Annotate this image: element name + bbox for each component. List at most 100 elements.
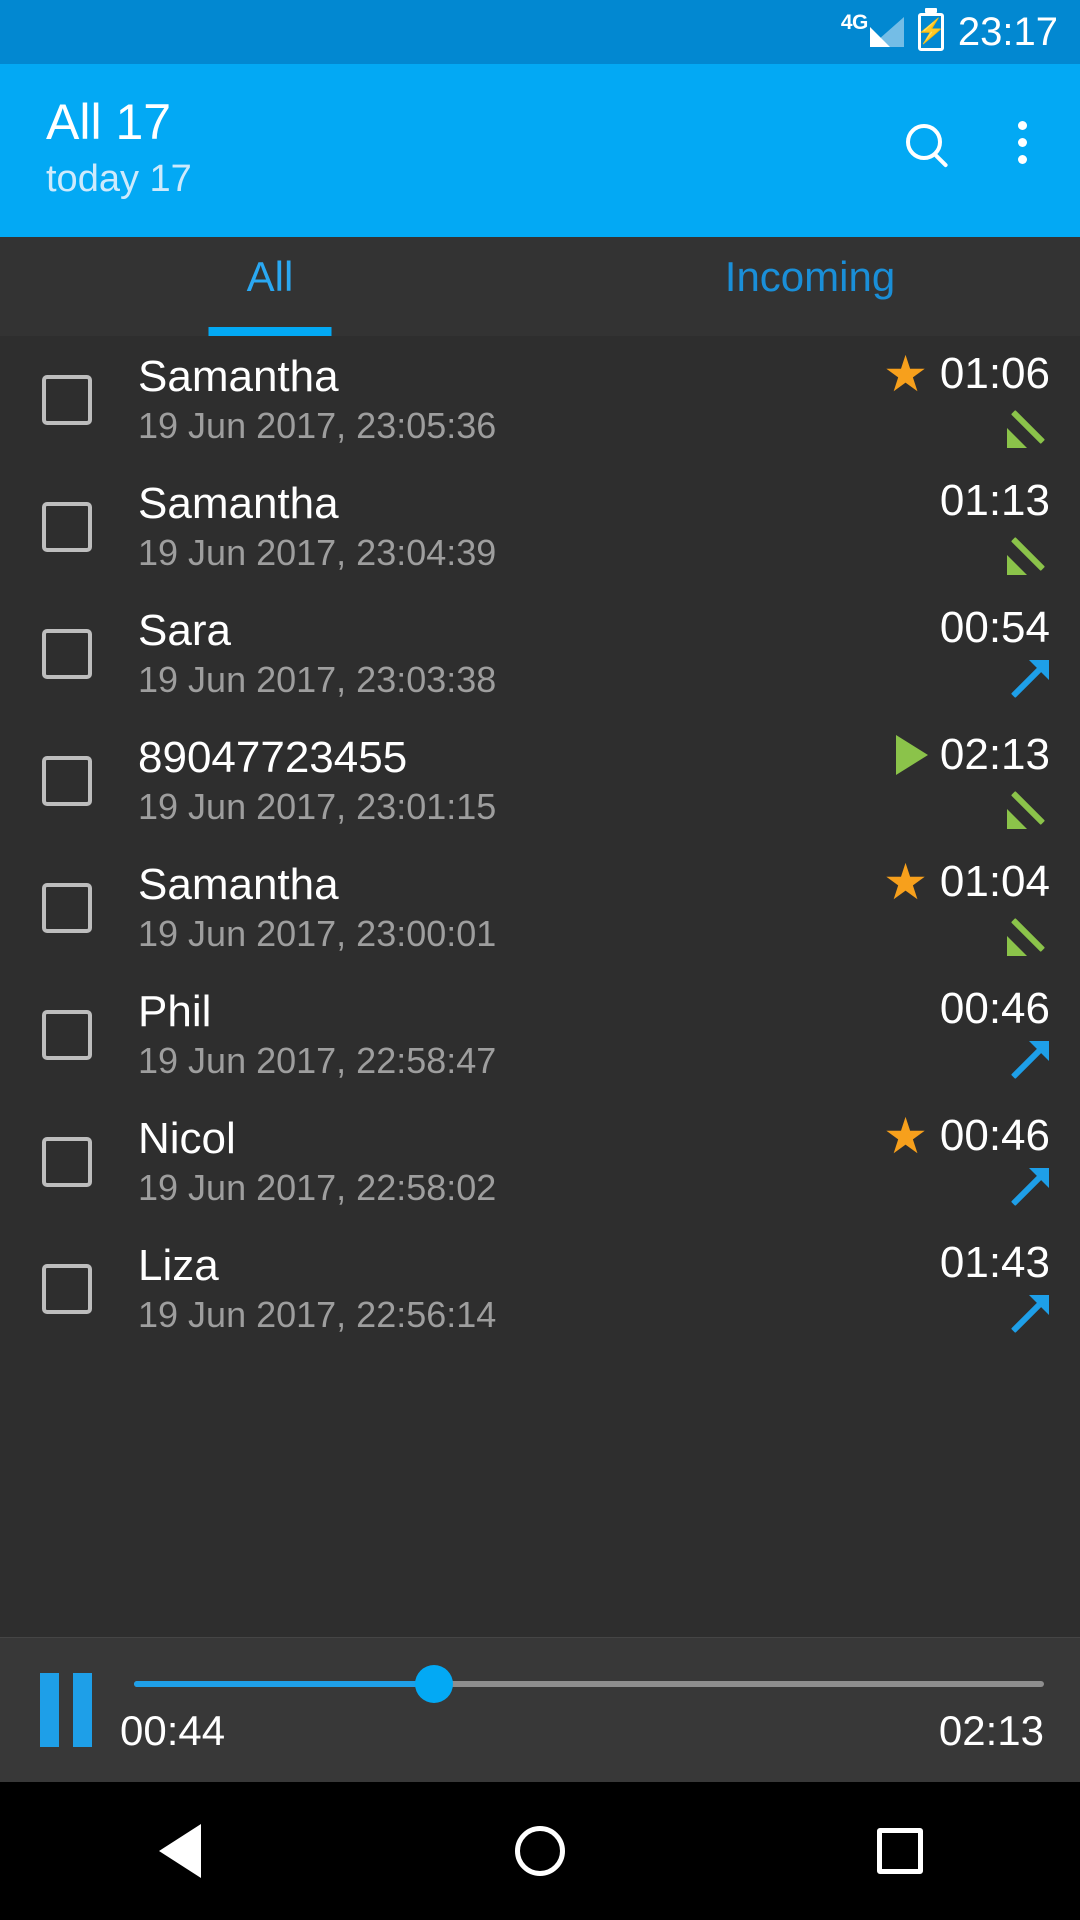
overflow-menu-button[interactable] <box>994 114 1050 170</box>
player-duration: 02:13 <box>938 1706 1044 1754</box>
star-icon[interactable]: ★ <box>883 349 928 399</box>
incoming-call-arrow-icon <box>1006 532 1050 576</box>
row-meta-block: 00:54 <box>880 603 1050 703</box>
row-checkbox[interactable] <box>42 1263 92 1314</box>
seek-thumb[interactable] <box>415 1664 454 1703</box>
row-checkbox[interactable] <box>42 882 92 933</box>
nav-back-button[interactable] <box>120 1791 240 1911</box>
call-list-row[interactable]: Samantha 19 Jun 2017, 23:05:36 ★ 01:06 <box>0 336 1080 463</box>
row-timestamp: 19 Jun 2017, 22:56:14 <box>138 1294 497 1336</box>
star-icon[interactable]: ★ <box>883 1111 928 1161</box>
tab-incoming-label: Incoming <box>724 253 896 300</box>
row-checkbox[interactable] <box>42 374 92 425</box>
page-subtitle: today 17 <box>46 158 192 200</box>
search-button[interactable] <box>896 114 952 170</box>
system-nav-bar <box>0 1782 1080 1920</box>
outgoing-call-arrow-icon <box>1006 1294 1050 1338</box>
row-contact-name: Nicol <box>138 1113 236 1163</box>
seek-progress <box>134 1680 435 1687</box>
row-duration-line: ★ 01:06 <box>883 349 1050 399</box>
row-checkbox[interactable] <box>42 1136 92 1187</box>
row-meta-block: 01:43 <box>880 1238 1050 1338</box>
row-text-block: Samantha 19 Jun 2017, 23:00:01 <box>92 860 880 956</box>
row-checkbox[interactable] <box>42 755 92 806</box>
page-title: All 17 <box>46 94 172 150</box>
app-bar: All 17 today 17 <box>0 64 1080 237</box>
row-contact-name: Samantha <box>138 351 339 401</box>
call-list-row[interactable]: Liza 19 Jun 2017, 22:56:14 01:43 <box>0 1225 1080 1352</box>
call-list-row[interactable]: Samantha 19 Jun 2017, 23:04:39 01:13 <box>0 463 1080 590</box>
app-bar-actions <box>896 92 1050 170</box>
status-bar: 4G ⚡ 23:17 <box>0 0 1080 64</box>
row-text-block: Nicol 19 Jun 2017, 22:58:02 <box>92 1114 880 1210</box>
row-text-block: Liza 19 Jun 2017, 22:56:14 <box>92 1241 880 1337</box>
outgoing-call-arrow-icon <box>1006 659 1050 703</box>
call-list-row[interactable]: 89047723455 19 Jun 2017, 23:01:15 02:13 <box>0 717 1080 844</box>
more-options-icon <box>1017 120 1027 164</box>
pause-icon <box>40 1673 59 1747</box>
seek-bar[interactable] <box>134 1664 1044 1703</box>
row-meta-block: 00:46 <box>880 984 1050 1084</box>
player-controls: 00:44 02:13 <box>112 1664 1044 1754</box>
search-icon <box>906 124 942 160</box>
play-indicator-icon <box>895 735 928 776</box>
call-list-row[interactable]: Samantha 19 Jun 2017, 23:00:01 ★ 01:04 <box>0 844 1080 971</box>
row-duration-line: 00:46 <box>940 984 1050 1033</box>
row-text-block: Phil 19 Jun 2017, 22:58:47 <box>92 987 880 1083</box>
row-contact-name: 89047723455 <box>138 732 408 782</box>
recents-icon <box>877 1828 923 1874</box>
outgoing-call-arrow-icon <box>1006 1167 1050 1211</box>
row-contact-name: Liza <box>138 1240 219 1290</box>
row-checkbox[interactable] <box>42 1009 92 1060</box>
call-list[interactable]: Samantha 19 Jun 2017, 23:05:36 ★ 01:06 Saman… <box>0 336 1080 1637</box>
row-duration: 01:06 <box>939 349 1050 399</box>
home-icon <box>515 1826 565 1876</box>
row-contact-name: Samantha <box>138 859 339 909</box>
row-checkbox[interactable] <box>42 501 92 552</box>
nav-recents-button[interactable] <box>840 1791 960 1911</box>
row-text-block: Samantha 19 Jun 2017, 23:04:39 <box>92 479 880 575</box>
tab-incoming[interactable]: Incoming <box>540 237 1080 336</box>
back-icon <box>159 1824 201 1878</box>
network-type-label: 4G <box>840 11 869 34</box>
row-duration: 01:13 <box>939 476 1050 526</box>
call-list-row[interactable]: Nicol 19 Jun 2017, 22:58:02 ★ 00:46 <box>0 1098 1080 1225</box>
network-indicator: 4G <box>841 12 904 47</box>
row-timestamp: 19 Jun 2017, 22:58:02 <box>138 1167 497 1209</box>
player-times: 00:44 02:13 <box>120 1706 1044 1754</box>
nav-home-button[interactable] <box>480 1791 600 1911</box>
signal-bars-icon <box>869 17 904 47</box>
row-duration: 00:54 <box>939 603 1050 653</box>
audio-player-bar: 00:44 02:13 <box>0 1637 1080 1782</box>
row-duration-line: ★ 01:04 <box>883 857 1050 907</box>
row-duration-line: 02:13 <box>895 730 1050 780</box>
row-duration: 02:13 <box>939 730 1050 780</box>
call-list-row[interactable]: Sara 19 Jun 2017, 23:03:38 00:54 <box>0 590 1080 717</box>
row-timestamp: 19 Jun 2017, 23:03:38 <box>138 659 497 701</box>
tab-all[interactable]: All <box>0 237 540 336</box>
row-timestamp: 19 Jun 2017, 23:00:01 <box>138 913 497 955</box>
pause-button[interactable] <box>40 1673 112 1747</box>
battery-charging-icon: ⚡ <box>916 13 946 51</box>
star-icon[interactable]: ★ <box>883 857 928 907</box>
row-checkbox[interactable] <box>42 628 92 679</box>
row-timestamp: 19 Jun 2017, 23:01:15 <box>138 786 497 828</box>
row-timestamp: 19 Jun 2017, 23:05:36 <box>138 405 497 447</box>
row-meta-block: 02:13 <box>880 730 1050 829</box>
tab-active-indicator <box>208 327 332 336</box>
row-contact-name: Samantha <box>138 478 339 528</box>
tab-bar: All Incoming <box>0 237 1080 336</box>
row-duration-line: ★ 00:46 <box>883 1111 1050 1161</box>
row-text-block: Samantha 19 Jun 2017, 23:05:36 <box>92 352 880 448</box>
incoming-call-arrow-icon <box>1006 913 1050 957</box>
call-list-row[interactable]: Phil 19 Jun 2017, 22:58:47 00:46 <box>0 971 1080 1098</box>
row-contact-name: Phil <box>138 986 212 1036</box>
row-text-block: 89047723455 19 Jun 2017, 23:01:15 <box>92 733 880 829</box>
row-duration: 01:04 <box>939 857 1050 907</box>
row-meta-block: 01:13 <box>880 476 1050 576</box>
outgoing-call-arrow-icon <box>1006 1040 1050 1084</box>
status-bar-clock: 23:17 <box>957 9 1058 54</box>
row-meta-block: ★ 01:06 <box>880 349 1050 449</box>
incoming-call-arrow-icon <box>1006 405 1050 449</box>
app-bar-titles: All 17 today 17 <box>46 92 896 205</box>
